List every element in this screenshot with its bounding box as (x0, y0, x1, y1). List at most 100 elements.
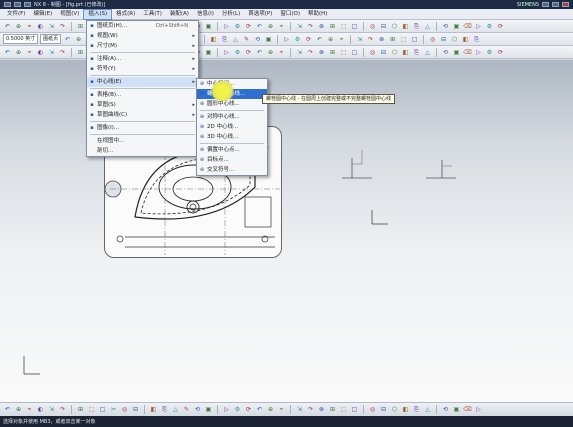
tool-button-icon[interactable]: ⌖ (337, 35, 346, 44)
undo-icon[interactable] (24, 2, 31, 7)
tool-button-icon[interactable]: ⊗ (317, 22, 326, 31)
tool-button-icon[interactable]: ◧ (149, 405, 158, 414)
tool-button-icon[interactable]: ⇲ (47, 405, 56, 414)
tool-button-icon[interactable]: ⌫ (463, 405, 472, 414)
tool-button-icon[interactable]: ⊗ (317, 405, 326, 414)
tool-button-icon[interactable]: ⬡ (390, 405, 399, 414)
tool-button-icon[interactable]: ⊞ (328, 22, 337, 31)
tool-button-icon[interactable]: ⌖ (25, 48, 34, 57)
tool-button-icon[interactable]: ▣ (452, 48, 461, 57)
insert-menu-item[interactable]: ▪ 图像(I)... (87, 123, 198, 133)
tool-button-icon[interactable]: ↷ (58, 48, 67, 57)
tool-button-icon[interactable]: ⊕ (74, 35, 83, 44)
tool-button-icon[interactable]: ⊟ (379, 22, 388, 31)
tool-button-icon[interactable]: ⬚ (399, 35, 408, 44)
tool-button-icon[interactable]: △ (171, 405, 180, 414)
tool-button-icon[interactable]: ⚙ (485, 48, 494, 57)
tool-button-icon[interactable]: ⊕ (14, 48, 23, 57)
tool-button-icon[interactable]: ⟲ (441, 48, 450, 57)
tool-button-icon[interactable]: ▣ (452, 405, 461, 414)
tool-button-icon[interactable]: ✎ (242, 35, 251, 44)
tool-button-icon[interactable]: ◧ (401, 22, 410, 31)
tool-button-icon[interactable]: ◧ (209, 35, 218, 44)
tool-button-icon[interactable]: ◎ (120, 405, 129, 414)
insert-menu-item[interactable]: 剖切... (87, 146, 198, 156)
tool-button-icon[interactable]: ⟳ (244, 22, 253, 31)
tool-button-icon[interactable]: ⊞ (328, 48, 337, 57)
tool-button-icon[interactable]: ⊕ (326, 35, 335, 44)
tool-button-icon[interactable]: ⌖ (277, 48, 286, 57)
quick-save-icon[interactable] (14, 2, 21, 7)
tool-button-icon[interactable]: ▣ (204, 405, 213, 414)
tool-button-icon[interactable]: ◎ (428, 35, 437, 44)
tool-button-icon[interactable]: ⟳ (496, 48, 505, 57)
tool-button-icon[interactable]: ⚙ (233, 405, 242, 414)
tool-button-icon[interactable]: ↷ (366, 35, 375, 44)
tool-button-icon[interactable]: ⬚ (339, 405, 348, 414)
tool-button-icon[interactable]: ◐ (36, 48, 45, 57)
insert-menu-item[interactable]: ▪ 注释(A)... ▸ (87, 54, 198, 64)
tool-button-icon[interactable]: ⊗ (317, 48, 326, 57)
sheet-combo[interactable]: 图纸页 (40, 34, 62, 44)
tool-button-icon[interactable]: ⚙ (233, 48, 242, 57)
app-icon[interactable] (4, 2, 11, 7)
tool-button-icon[interactable]: ⬚ (87, 405, 96, 414)
tool-button-icon[interactable]: ⊞ (76, 48, 85, 57)
centerline-menu-item[interactable]: ⊕ 圆形中心线... (197, 99, 267, 109)
tool-button-icon[interactable]: △ (423, 405, 432, 414)
tool-button-icon[interactable]: ▣ (204, 22, 213, 31)
tool-button-icon[interactable]: ⚙ (485, 22, 494, 31)
tool-button-icon[interactable]: ⌖ (277, 405, 286, 414)
tool-button-icon[interactable]: ⟳ (304, 35, 313, 44)
menu-10[interactable]: 窗口(O) (276, 9, 304, 20)
tool-button-icon[interactable]: ⎘ (472, 35, 481, 44)
tool-button-icon[interactable]: □ (350, 48, 359, 57)
tool-button-icon[interactable]: ⟲ (441, 405, 450, 414)
tool-button-icon[interactable]: ⊞ (76, 405, 85, 414)
tool-button-icon[interactable]: ⊕ (266, 48, 275, 57)
minimize-icon[interactable] (542, 2, 549, 7)
insert-menu-item[interactable]: ▪ 视图(W) ▸ (87, 31, 198, 41)
centerline-menu-item[interactable]: ⊕ 对称中心线... (197, 112, 267, 122)
tool-button-icon[interactable]: ▷ (222, 48, 231, 57)
tool-button-icon[interactable]: ↶ (255, 22, 264, 31)
tool-button-icon[interactable]: ▷ (474, 405, 483, 414)
tool-button-icon[interactable]: ↶ (63, 35, 72, 44)
tool-button-icon[interactable]: △ (423, 22, 432, 31)
tool-button-icon[interactable]: ⌫ (463, 48, 472, 57)
tool-button-icon[interactable]: ⊞ (328, 405, 337, 414)
insert-menu-item[interactable]: ▪ 中心线(E) ▸ (87, 77, 198, 87)
tool-button-icon[interactable]: ◎ (368, 22, 377, 31)
tool-button-icon[interactable]: ⚙ (293, 35, 302, 44)
tool-button-icon[interactable]: ⟲ (193, 405, 202, 414)
tool-button-icon[interactable]: ↶ (255, 405, 264, 414)
tool-button-icon[interactable]: ⊗ (377, 35, 386, 44)
tool-button-icon[interactable]: ⊟ (439, 35, 448, 44)
tool-button-icon[interactable]: ⚙ (233, 22, 242, 31)
tool-button-icon[interactable]: ⊟ (131, 405, 140, 414)
tool-button-icon[interactable]: ⊟ (379, 405, 388, 414)
tool-button-icon[interactable]: ▷ (282, 35, 291, 44)
tool-button-icon[interactable]: ◧ (401, 48, 410, 57)
size-combo[interactable]: 0.5000 英寸 (3, 34, 39, 44)
tool-button-icon[interactable]: ⬚ (339, 22, 348, 31)
insert-menu-item[interactable]: ▪ 尺寸(M) ▸ (87, 41, 198, 51)
tool-button-icon[interactable]: ◎ (368, 48, 377, 57)
tool-button-icon[interactable]: ▣ (452, 22, 461, 31)
centerline-menu-item[interactable]: ⊕ 交叉符号... (197, 165, 267, 175)
menu-3[interactable]: 插入(S) (83, 8, 113, 20)
tool-button-icon[interactable]: ⎘ (160, 405, 169, 414)
tool-button-icon[interactable]: ↷ (306, 405, 315, 414)
tool-button-icon[interactable]: ◐ (36, 22, 45, 31)
tool-button-icon[interactable]: ⊕ (266, 405, 275, 414)
tool-button-icon[interactable]: ↷ (58, 405, 67, 414)
insert-menu-item[interactable]: ▪ 符号(Y) ▸ (87, 64, 198, 74)
insert-menu-item[interactable]: ▪ 表格(B)... (87, 90, 198, 100)
menu-0[interactable]: 文件(F) (3, 9, 29, 20)
tool-button-icon[interactable]: ⎘ (412, 405, 421, 414)
tool-button-icon[interactable]: △ (231, 35, 240, 44)
maximize-icon[interactable] (552, 2, 559, 7)
tool-button-icon[interactable]: ⬡ (390, 48, 399, 57)
tool-button-icon[interactable]: ⊞ (76, 22, 85, 31)
tool-button-icon[interactable]: ↶ (3, 22, 12, 31)
